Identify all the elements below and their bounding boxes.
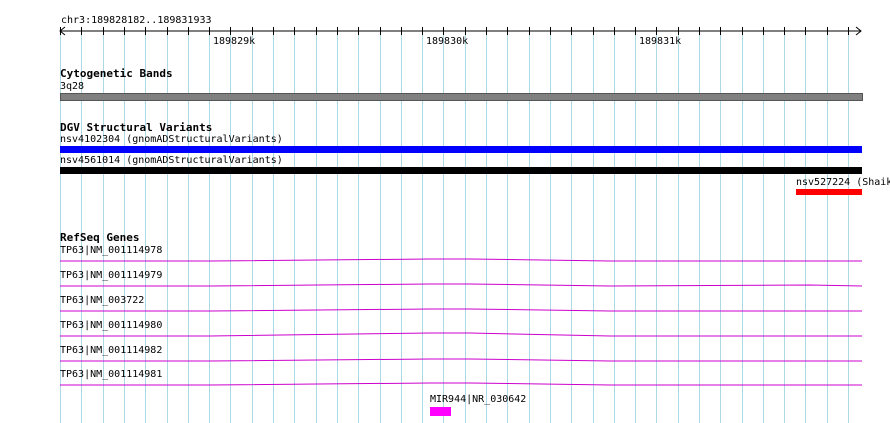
transcript-line (60, 358, 862, 362)
ruler-tick-label: 189829k (213, 36, 256, 47)
cytoband-label: 3q28 (60, 81, 85, 92)
transcript-label[interactable]: TP63|NM_001114979 (60, 270, 162, 281)
ruler-location: chr3:189828182..189831933 (61, 15, 212, 26)
dgv-track-title[interactable]: DGV Structural Variants (60, 122, 212, 133)
ruler-tick-label: 189830k (426, 36, 469, 47)
track-grid (59, 26, 863, 423)
transcript-line (60, 308, 862, 312)
transcript-label[interactable]: TP63|NM_001114980 (60, 320, 162, 331)
mirna-bar[interactable] (430, 407, 451, 416)
transcript-line (60, 382, 862, 386)
dgv-variant-bar[interactable] (60, 167, 862, 174)
transcript-label[interactable]: TP63|NM_001114982 (60, 345, 162, 356)
transcript-label[interactable]: TP63|NM_001114978 (60, 245, 162, 256)
transcript-label[interactable]: TP63|NM_001114981 (60, 369, 162, 380)
transcript-label[interactable]: TP63|NM_003722 (60, 295, 144, 306)
dgv-variant-label[interactable]: nsv4561014 (gnomADStructuralVariants) (60, 155, 283, 166)
cytoband-track-title[interactable]: Cytogenetic Bands (60, 68, 173, 79)
dgv-variant-label[interactable]: nsv4102304 (gnomADStructuralVariants) (60, 134, 283, 145)
mirna-label[interactable]: MIR944|NR_030642 (430, 394, 526, 405)
dgv-variant-label[interactable]: nsv527224 (Shaik (796, 177, 890, 188)
ruler-tick-label: 189831k (639, 36, 682, 47)
transcript-line (60, 283, 863, 287)
gene-lines (60, 258, 863, 386)
refseq-track-title[interactable]: RefSeq Genes (60, 232, 139, 243)
cytoband-bar[interactable] (60, 93, 863, 101)
dgv-variant-bar[interactable] (60, 146, 862, 153)
dgv-variant-bar[interactable] (796, 189, 862, 195)
transcript-line (60, 332, 862, 337)
transcript-line (60, 258, 862, 262)
